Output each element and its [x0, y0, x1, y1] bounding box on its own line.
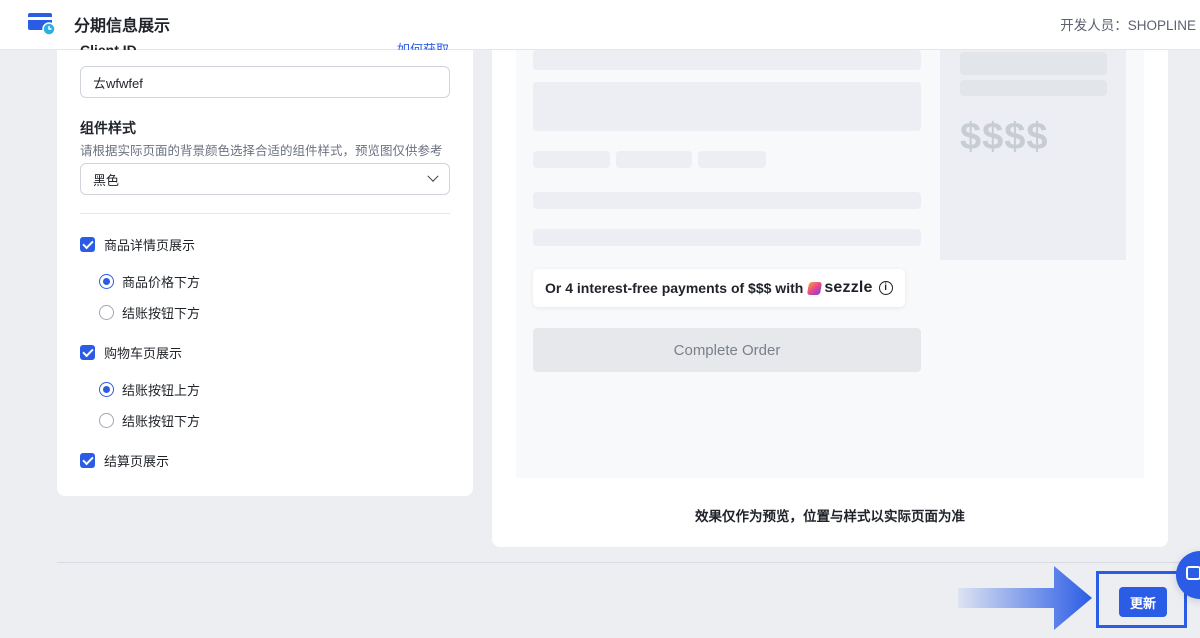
- skeleton-chip: [533, 151, 610, 168]
- cart-page-checkbox[interactable]: 购物车页展示: [80, 343, 182, 362]
- checkout-page-checkbox[interactable]: 结算页展示: [80, 451, 169, 470]
- radio-below-checkout-cart[interactable]: 结账按钮下方: [99, 411, 200, 430]
- footer-divider: [57, 562, 1200, 563]
- radio-below-price[interactable]: 商品价格下方: [99, 272, 200, 291]
- update-button[interactable]: 更新: [1119, 587, 1167, 617]
- sezzle-wordmark: sezzle: [824, 279, 873, 296]
- sezzle-logo: sezzle: [807, 279, 873, 297]
- skeleton-line: [960, 80, 1107, 96]
- preview-note: 效果仅作为预览，位置与样式以实际页面为准: [695, 509, 965, 524]
- product-page-label: 商品详情页展示: [104, 238, 196, 253]
- radio-label: 结账按钮下方: [122, 414, 201, 429]
- client-id-input[interactable]: [80, 66, 450, 98]
- skeleton-chip: [616, 151, 692, 168]
- radio-unselected-icon[interactable]: [99, 305, 114, 320]
- skeleton-line: [533, 192, 921, 209]
- card-clock-icon: [28, 13, 56, 36]
- chevron-down-icon: [427, 170, 439, 182]
- sezzle-widget: Or 4 interest-free payments of $$$ with …: [533, 269, 905, 307]
- preview-panel: $$$$ Or 4 interest-free payments of $$$ …: [492, 50, 1168, 547]
- price-placeholder: $$$$: [960, 116, 1049, 158]
- product-page-checkbox[interactable]: 商品详情页展示: [80, 235, 195, 254]
- complete-order-button: Complete Order: [533, 328, 921, 372]
- skeleton-line: [533, 50, 921, 70]
- checkbox-checked-icon[interactable]: [80, 345, 95, 360]
- howto-link[interactable]: 如何获取: [397, 40, 449, 50]
- radio-selected-icon[interactable]: [99, 274, 114, 289]
- style-section-title: 组件样式: [80, 120, 136, 136]
- radio-label: 结账按钮下方: [122, 306, 201, 321]
- radio-selected-icon[interactable]: [99, 382, 114, 397]
- info-icon: i: [878, 281, 893, 295]
- radio-label: 结账按钮上方: [122, 383, 201, 398]
- top-bar: 分期信息展示 开发人员：SHOPLINE: [0, 0, 1200, 50]
- page-title: 分期信息展示: [74, 18, 171, 35]
- radio-unselected-icon[interactable]: [99, 413, 114, 428]
- sezzle-message: Or 4 interest-free payments of $$$ with: [545, 280, 804, 296]
- preview-mockup: $$$$ Or 4 interest-free payments of $$$ …: [516, 50, 1144, 478]
- settings-panel: Client ID 如何获取 组件样式 请根据实际页面的背景颜色选择合适的组件样…: [57, 42, 473, 496]
- divider: [80, 213, 450, 214]
- style-select-value: 黑色: [93, 172, 120, 188]
- checkout-page-label: 结算页展示: [104, 454, 170, 469]
- sezzle-mark-icon: [807, 281, 823, 295]
- style-select[interactable]: 黑色: [80, 163, 450, 195]
- radio-below-checkout[interactable]: 结账按钮下方: [99, 303, 200, 322]
- style-section-desc: 请根据实际页面的背景颜色选择合适的组件样式，预览图仅供参考: [80, 144, 443, 158]
- skeleton-line: [960, 52, 1107, 75]
- checkbox-checked-icon[interactable]: [80, 453, 95, 468]
- skeleton-chip: [698, 151, 766, 168]
- cart-page-label: 购物车页展示: [104, 346, 183, 361]
- skeleton-block: [533, 82, 921, 131]
- client-id-label: Client ID: [80, 42, 137, 50]
- radio-above-checkout[interactable]: 结账按钮上方: [99, 380, 200, 399]
- arrow-right-icon: [958, 566, 1092, 630]
- chat-icon: [1186, 566, 1200, 580]
- radio-label: 商品价格下方: [122, 275, 201, 290]
- checkbox-checked-icon[interactable]: [80, 237, 95, 252]
- developer-info: 开发人员：SHOPLINE: [1060, 18, 1196, 33]
- skeleton-line: [533, 229, 921, 246]
